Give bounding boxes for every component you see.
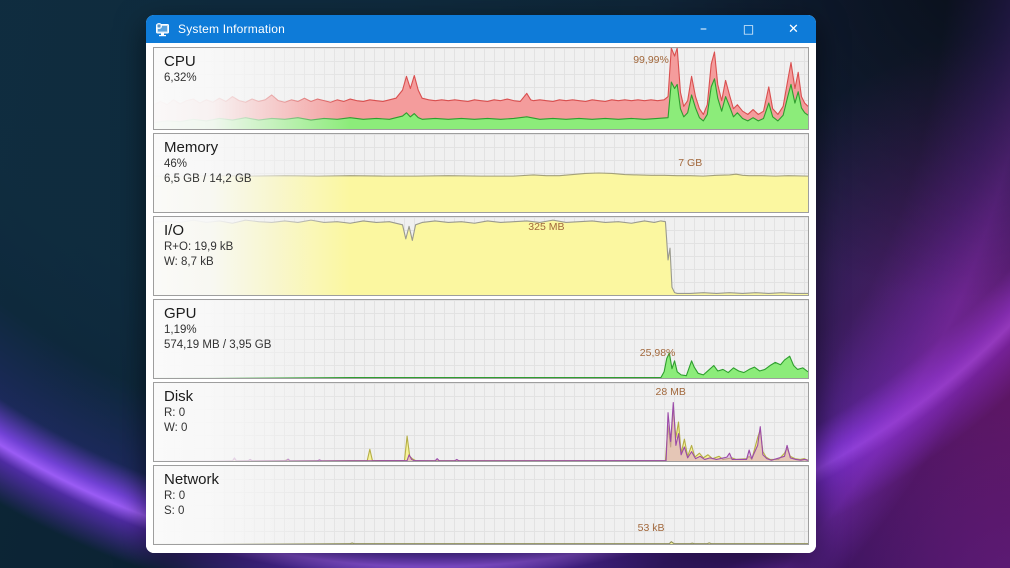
cpu-meta: CPU 6,32% <box>164 53 197 87</box>
disk-chart <box>154 383 808 461</box>
network-meta: Network R: 0 S: 0 <box>164 471 219 518</box>
panel-value: 46% <box>164 158 188 170</box>
panel-disk: Disk R: 0 W: 0 28 MB <box>153 382 809 462</box>
panel-title: GPU <box>164 305 197 322</box>
maximize-button[interactable]: □ <box>726 15 771 43</box>
panel-memory: Memory 46% 6,5 GB / 14,2 GB 7 GB <box>153 133 809 213</box>
peak-label: 53 kB <box>637 522 665 535</box>
panel-title: Disk <box>164 388 194 405</box>
system-monitor-app-icon <box>154 21 171 38</box>
peak-label: 99,99% <box>633 53 669 66</box>
panel-gpu: GPU 1,19% 574,19 MB / 3,95 GB 25,98% <box>153 299 809 379</box>
peak-label: 7 GB <box>678 157 703 170</box>
memory-meta: Memory 46% 6,5 GB / 14,2 GB <box>164 139 252 186</box>
panel-value: R: 0 <box>164 490 186 502</box>
panel-value: 6,5 GB / 14,2 GB <box>164 173 252 185</box>
peak-label: 28 MB <box>655 386 686 399</box>
peak-label: 25,98% <box>639 346 676 359</box>
system-information-window: System Information – □ ✕ CPU 6,32% 99,99… <box>146 15 816 553</box>
panel-title: Network <box>164 471 220 488</box>
panel-value: R: 0 <box>164 407 186 419</box>
panel-cpu: CPU 6,32% 99,99% <box>153 47 809 130</box>
panel-title: CPU <box>164 53 196 70</box>
gpu-meta: GPU 1,19% 574,19 MB / 3,95 GB <box>164 305 271 352</box>
memory-chart <box>154 134 808 212</box>
io-chart <box>154 217 808 295</box>
panel-title: I/O <box>164 222 185 239</box>
panel-value: R+O: 19,9 kB <box>164 241 234 253</box>
cpu-chart <box>154 48 808 129</box>
panel-io: I/O R+O: 19,9 kB W: 8,7 kB 325 MB <box>153 216 809 296</box>
panel-value: 1,19% <box>164 324 197 336</box>
panel-title: Memory <box>164 139 219 156</box>
minimize-button[interactable]: – <box>681 15 726 43</box>
window-content: CPU 6,32% 99,99% Memory 46% 6,5 GB / 14,… <box>146 43 816 553</box>
panel-value: W: 0 <box>164 422 188 434</box>
panel-value: 574,19 MB / 3,95 GB <box>164 339 272 351</box>
panel-value: W: 8,7 kB <box>164 256 214 268</box>
window-title: System Information <box>178 22 285 36</box>
panel-value: S: 0 <box>164 505 185 517</box>
network-chart <box>154 466 808 544</box>
io-meta: I/O R+O: 19,9 kB W: 8,7 kB <box>164 222 233 269</box>
panel-value: 6,32% <box>164 72 197 84</box>
titlebar[interactable]: System Information – □ ✕ <box>146 15 816 43</box>
window-controls: – □ ✕ <box>681 15 816 43</box>
panel-network: Network R: 0 S: 0 53 kB <box>153 465 809 545</box>
peak-label: 325 MB <box>528 220 565 233</box>
close-button[interactable]: ✕ <box>771 15 816 43</box>
disk-meta: Disk R: 0 W: 0 <box>164 388 193 435</box>
